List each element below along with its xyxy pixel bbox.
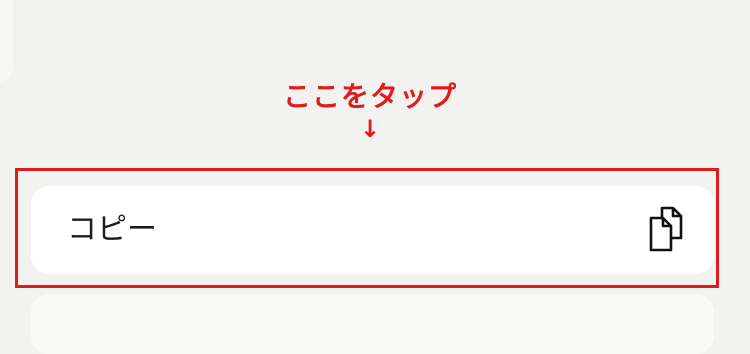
next-menu-item[interactable] bbox=[31, 294, 714, 354]
copy-icon bbox=[649, 206, 683, 252]
annotation-arrow: ↓ bbox=[359, 115, 381, 143]
tap-annotation: ここをタップ ↓ bbox=[270, 78, 470, 143]
annotation-text: ここをタップ bbox=[282, 80, 457, 113]
copy-label: コピー bbox=[67, 212, 157, 247]
top-card-edge bbox=[0, 0, 15, 82]
copy-menu-item[interactable]: コピー bbox=[31, 186, 714, 274]
